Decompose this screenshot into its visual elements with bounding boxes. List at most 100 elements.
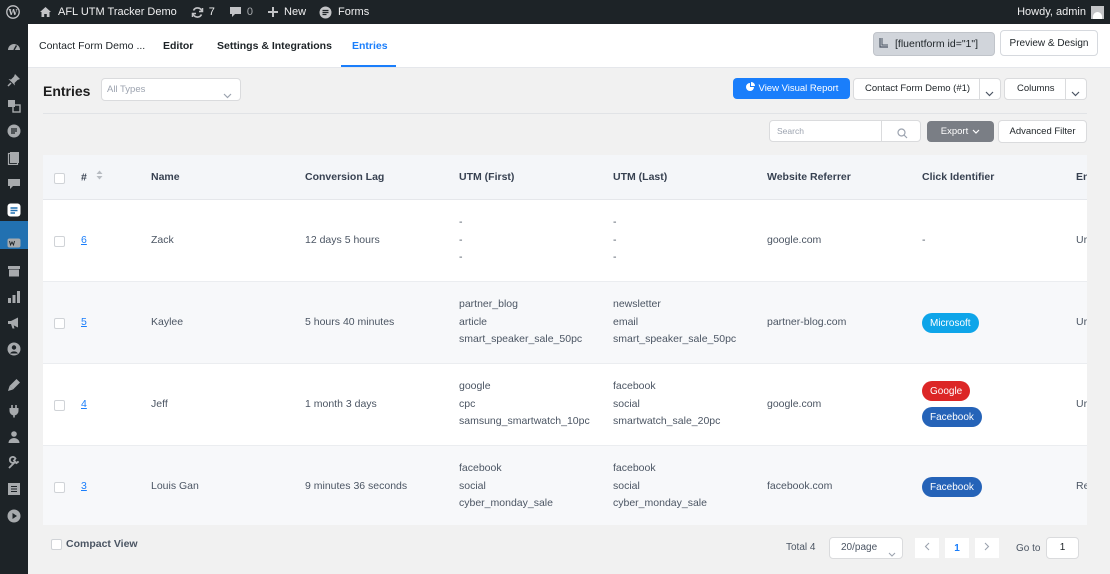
settings-icon[interactable] <box>7 482 21 496</box>
chevron-down-icon <box>985 85 994 105</box>
utm-source: google <box>459 380 491 392</box>
new-content-link[interactable]: New <box>262 0 311 24</box>
archive-icon[interactable] <box>7 264 21 278</box>
utm-source: - <box>613 216 617 228</box>
form-nav-bar: Contact Form Demo ... Editor Settings & … <box>28 24 1110 68</box>
tab-settings-integrations[interactable]: Settings & Integrations <box>217 24 332 68</box>
select-divider <box>1065 79 1066 99</box>
table-row[interactable]: 4 Jeff 1 month 3 days google cpc samsung… <box>43 364 1087 446</box>
search-icon[interactable] <box>897 126 908 146</box>
users-icon[interactable] <box>7 430 21 444</box>
translate-icon[interactable] <box>7 99 21 113</box>
entry-type-select[interactable]: All Types <box>101 78 241 101</box>
select-divider <box>979 79 980 99</box>
column-header-entry-extra: En <box>1076 171 1087 183</box>
column-header-utm-first: UTM (First) <box>459 171 515 183</box>
prev-page-button[interactable] <box>915 538 939 558</box>
compact-view-toggle[interactable]: Compact View <box>51 538 138 550</box>
tools-icon[interactable] <box>7 456 21 470</box>
table-row[interactable]: 6 Zack 12 days 5 hours - - - - - - googl… <box>43 200 1087 282</box>
entry-conversion-lag: 12 days 5 hours <box>305 234 380 246</box>
entry-id-link[interactable]: 3 <box>81 480 87 492</box>
entry-name: Jeff <box>151 398 168 410</box>
per-page-select[interactable]: 20/page <box>829 537 903 559</box>
tab-editor[interactable]: Editor <box>163 24 193 68</box>
wordpress-logo-icon[interactable]: W <box>0 0 25 24</box>
utm-campaign: smart_speaker_sale_50pc <box>459 333 583 346</box>
advanced-filter-button[interactable]: Advanced Filter <box>998 120 1087 143</box>
next-page-button[interactable] <box>975 538 999 558</box>
forms-icon <box>319 6 332 19</box>
analytics-icon[interactable] <box>7 290 21 304</box>
dashboard-icon[interactable] <box>7 40 21 54</box>
columns-select[interactable]: Columns <box>1004 78 1087 100</box>
form-select-value: Contact Form Demo (#1) <box>865 83 971 94</box>
view-visual-report-button[interactable]: View Visual Report <box>733 78 850 99</box>
column-header-click-identifier: Click Identifier <box>922 171 995 183</box>
tab-form-name[interactable]: Contact Form Demo ... <box>39 24 145 68</box>
column-header-id-label: # <box>81 171 87 184</box>
table-row[interactable]: 5 Kaylee 5 hours 40 minutes partner_blog… <box>43 282 1087 364</box>
updates-icon <box>191 6 204 19</box>
sort-icon[interactable] <box>96 155 103 200</box>
pin-icon[interactable] <box>7 73 21 87</box>
entry-extra: Ur <box>1076 234 1087 246</box>
page-title: Entries <box>43 83 91 99</box>
woo-icon[interactable] <box>7 236 21 250</box>
page-number-current[interactable]: 1 <box>945 538 969 558</box>
form-select[interactable]: Contact Form Demo (#1) <box>853 78 1001 100</box>
row-checkbox[interactable] <box>54 318 65 329</box>
account-menu[interactable]: Howdy, admin <box>1017 0 1104 24</box>
user-circle-icon[interactable] <box>7 342 21 356</box>
entry-click-identifier: - <box>922 234 926 246</box>
home-icon <box>39 6 52 18</box>
row-checkbox[interactable] <box>54 236 65 247</box>
entry-id-link[interactable]: 6 <box>81 234 87 246</box>
row-checkbox[interactable] <box>54 400 65 411</box>
goto-page-input[interactable]: 1 <box>1046 537 1079 559</box>
entry-referrer: partner-blog.com <box>767 316 847 328</box>
pages-icon[interactable] <box>7 151 21 165</box>
entry-id-link[interactable]: 4 <box>81 398 87 410</box>
play-icon[interactable] <box>7 509 21 523</box>
shortcode-copy[interactable]: [fluentform id="1"] <box>873 32 995 56</box>
copy-icon <box>879 37 889 51</box>
comments-icon[interactable] <box>7 177 21 191</box>
utm-last-cell: newsletter email smart_speaker_sale_50pc <box>613 296 736 349</box>
select-all-checkbox[interactable] <box>54 173 65 184</box>
export-button[interactable]: Export <box>927 121 994 142</box>
greeting: Howdy, admin <box>1017 6 1086 18</box>
utm-source: partner_blog <box>459 298 518 310</box>
chevron-right-icon <box>984 542 990 554</box>
entry-conversion-lag: 9 minutes 36 seconds <box>305 480 408 492</box>
site-name-link[interactable]: AFL UTM Tracker Demo <box>34 0 182 24</box>
column-header-utm-last: UTM (Last) <box>613 171 668 183</box>
row-checkbox[interactable] <box>54 482 65 493</box>
forms-icon[interactable] <box>7 124 21 138</box>
appearance-icon[interactable] <box>7 378 21 392</box>
table-header: # Name Conversion Lag UTM (First) UTM (L… <box>43 155 1087 200</box>
marketing-icon[interactable] <box>7 316 21 330</box>
plus-icon <box>267 6 279 18</box>
utm-last-cell: facebook social smartwatch_sale_20pc <box>613 378 720 431</box>
chevron-down-icon <box>1071 85 1080 105</box>
comments-link[interactable]: 0 <box>224 0 258 24</box>
tab-entries[interactable]: Entries <box>352 24 388 68</box>
table-row[interactable]: 3 Louis Gan 9 minutes 36 seconds faceboo… <box>43 446 1087 525</box>
click-id-badge-facebook: Facebook <box>922 477 982 497</box>
entries-table: # Name Conversion Lag UTM (First) UTM (L… <box>43 155 1087 525</box>
updates-link[interactable]: 7 <box>186 0 220 24</box>
preview-design-button[interactable]: Preview & Design <box>1000 30 1098 56</box>
compact-view-checkbox[interactable] <box>51 538 62 550</box>
entry-name: Louis Gan <box>151 480 199 492</box>
search-input[interactable]: Search <box>769 120 921 142</box>
compact-view-label: Compact View <box>66 538 138 550</box>
column-header-id[interactable]: # <box>81 155 103 200</box>
plugins-icon[interactable] <box>7 404 21 418</box>
utm-source: facebook <box>459 462 502 474</box>
fluent-forms-icon[interactable] <box>7 203 21 217</box>
forms-link[interactable]: Forms <box>314 0 374 24</box>
entry-id-link[interactable]: 5 <box>81 316 87 328</box>
column-header-conversion-lag: Conversion Lag <box>305 171 385 183</box>
utm-medium: cpc <box>459 397 476 410</box>
